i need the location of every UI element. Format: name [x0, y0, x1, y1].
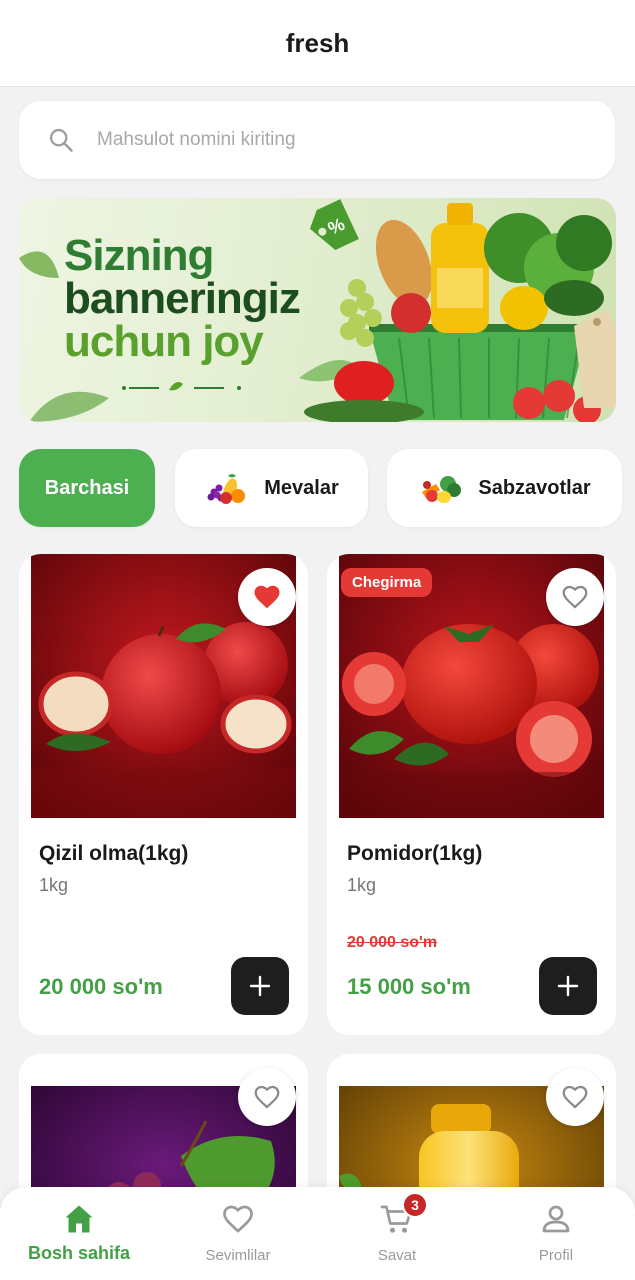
product-unit: 1kg	[347, 875, 377, 895]
heart-outline-icon	[254, 1085, 280, 1109]
heart-filled-icon	[254, 585, 280, 609]
nav-home[interactable]: Bosh sahifa	[0, 1187, 158, 1280]
home-icon	[65, 1205, 93, 1233]
category-label: Mevalar	[264, 476, 339, 499]
category-label: Sabzavotlar	[478, 476, 591, 499]
nav-label: Sevimlilar	[205, 1247, 271, 1264]
nav-label: Profil	[538, 1247, 574, 1264]
plus-icon	[557, 975, 579, 997]
product-card[interactable]: Qizil olma(1kg) 1kg 20 000 so'm	[19, 554, 308, 1035]
category-fruits[interactable]: Mevalar	[175, 449, 368, 527]
add-to-cart-button[interactable]	[539, 957, 597, 1015]
fruits-icon	[207, 474, 246, 504]
heart-outline-icon	[562, 1085, 588, 1109]
category-vegetables[interactable]: Sabzavotlar	[387, 449, 622, 527]
person-icon	[542, 1205, 570, 1233]
discount-badge: Chegirma	[341, 568, 433, 597]
product-price: 15 000 so'm	[347, 974, 471, 999]
search-input[interactable]	[97, 129, 557, 151]
nav-favorites[interactable]: Sevimlilar	[159, 1187, 317, 1280]
plus-icon	[249, 975, 271, 997]
banner-line-2: banneringiz	[64, 274, 301, 323]
vegetables-icon	[422, 476, 462, 503]
app-header: fresh	[0, 0, 635, 87]
favorite-button[interactable]	[546, 1068, 604, 1126]
search-icon	[49, 128, 73, 152]
heart-outline-icon	[562, 585, 588, 609]
category-all[interactable]: Barchasi	[19, 449, 155, 527]
cart-count-badge: 3	[402, 1192, 428, 1218]
favorite-button[interactable]	[238, 568, 296, 626]
nav-label: Bosh sahifa	[27, 1243, 131, 1263]
favorite-button[interactable]	[238, 1068, 296, 1126]
promo-banner[interactable]: % Sizning banneringiz uchun joy	[19, 198, 616, 422]
product-old-price: 20 000 so'm	[347, 934, 438, 951]
nav-profile[interactable]: Profil	[477, 1187, 635, 1280]
app-title: fresh	[285, 27, 350, 58]
category-chips: Barchasi Mevalar Sabzavotlar	[0, 449, 635, 527]
heart-icon	[223, 1205, 253, 1233]
product-price: 20 000 so'm	[39, 974, 163, 999]
nav-label: Savat	[377, 1247, 417, 1264]
product-card[interactable]: Chegirma Pomidor(1kg) 1kg 20 000 so'm 15…	[327, 554, 616, 1035]
search-bar[interactable]	[19, 101, 615, 179]
product-unit: 1kg	[39, 875, 69, 895]
product-name: Qizil olma(1kg)	[39, 842, 189, 865]
product-name: Pomidor(1kg)	[347, 842, 483, 865]
nav-cart[interactable]: 3 Savat	[318, 1187, 476, 1280]
banner-line-1: Sizning	[64, 231, 214, 280]
favorite-button[interactable]	[546, 568, 604, 626]
banner-line-3: uchun joy	[64, 317, 264, 366]
category-label: Barchasi	[44, 476, 130, 499]
bottom-navigation: Bosh sahifa Sevimlilar 3 Savat Profil	[0, 1187, 635, 1280]
add-to-cart-button[interactable]	[231, 957, 289, 1015]
